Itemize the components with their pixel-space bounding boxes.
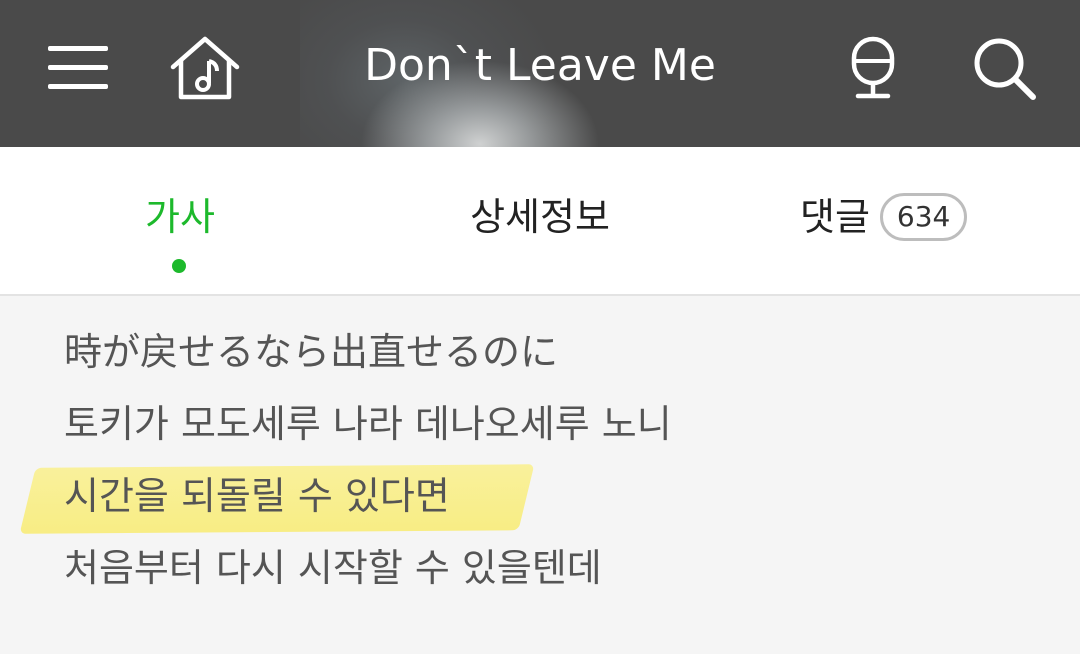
tab-comments[interactable]: 댓글 634 — [800, 187, 1000, 247]
comment-count-badge: 634 — [879, 193, 968, 241]
lyric-line-text: 시간을 되돌릴 수 있다면 — [64, 474, 450, 518]
page-title: Don`t Leave Me — [364, 40, 716, 91]
lyric-line: 토키가 모도세루 나라 데나오세루 노니 — [64, 402, 672, 446]
lyric-line: 時が戻せるなら出直せるのに — [64, 330, 559, 374]
tab-comments-label: 댓글 — [800, 195, 870, 239]
lyric-line-highlighted: 시간을 되돌릴 수 있다면 — [19, 460, 1044, 534]
lyric-line: 처음부터 다시 시작할 수 있을텐데 — [64, 546, 602, 590]
app-header: Don`t Leave Me — [0, 0, 1080, 147]
active-tab-indicator — [172, 259, 186, 273]
tab-details[interactable]: 상세정보 — [440, 187, 640, 247]
menu-icon[interactable] — [38, 28, 118, 108]
lyrics-list: 時が戻せるなら出直せるのに 토키가 모도세루 나라 데나오세루 노니 시간을 되… — [19, 316, 1044, 604]
tab-lyrics[interactable]: 가사 — [100, 187, 260, 247]
search-icon[interactable] — [964, 28, 1044, 108]
microphone-icon[interactable] — [833, 28, 913, 108]
tab-bar: 가사 상세정보 댓글 634 — [0, 147, 1080, 296]
home-music-icon[interactable] — [165, 28, 245, 108]
